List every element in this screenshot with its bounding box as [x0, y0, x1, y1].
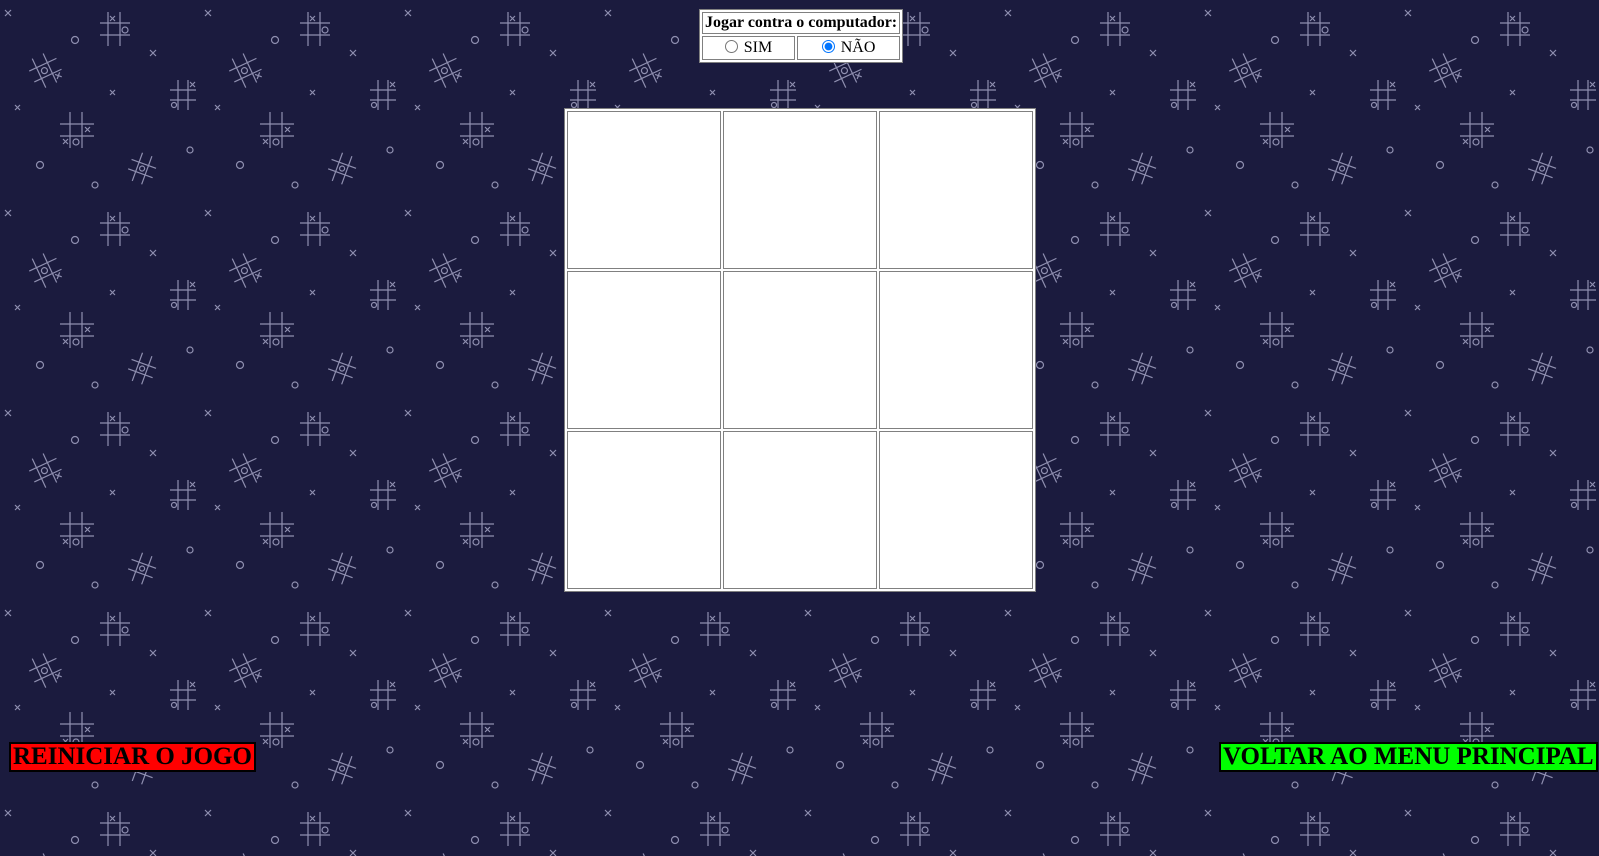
option-yes[interactable]: SIM — [702, 36, 796, 60]
board-cell-4[interactable] — [567, 271, 721, 429]
board-cell-8[interactable] — [723, 431, 877, 589]
board-cell-5[interactable] — [723, 271, 877, 429]
play-vs-computer-panel: Jogar contra o computador: SIM NÃO — [699, 9, 904, 63]
board-cell-3[interactable] — [879, 111, 1033, 269]
game-board — [564, 108, 1036, 592]
radio-no[interactable] — [821, 40, 835, 53]
play-vs-computer-label: Jogar contra o computador: — [702, 12, 901, 34]
option-yes-text: SIM — [743, 39, 773, 56]
option-no-text: NÃO — [840, 39, 876, 56]
option-no[interactable]: NÃO — [797, 36, 901, 60]
radio-yes[interactable] — [724, 40, 738, 53]
board-cell-6[interactable] — [879, 271, 1033, 429]
board-cell-1[interactable] — [567, 111, 721, 269]
option-yes-label[interactable]: SIM — [724, 39, 773, 56]
main-menu-button[interactable]: VOLTAR AO MENU PRINCIPAL — [1219, 742, 1598, 772]
board-cell-7[interactable] — [567, 431, 721, 589]
board-cell-2[interactable] — [723, 111, 877, 269]
restart-game-button[interactable]: REINICIAR O JOGO — [9, 742, 256, 772]
option-no-label[interactable]: NÃO — [821, 39, 876, 56]
board-cell-9[interactable] — [879, 431, 1033, 589]
